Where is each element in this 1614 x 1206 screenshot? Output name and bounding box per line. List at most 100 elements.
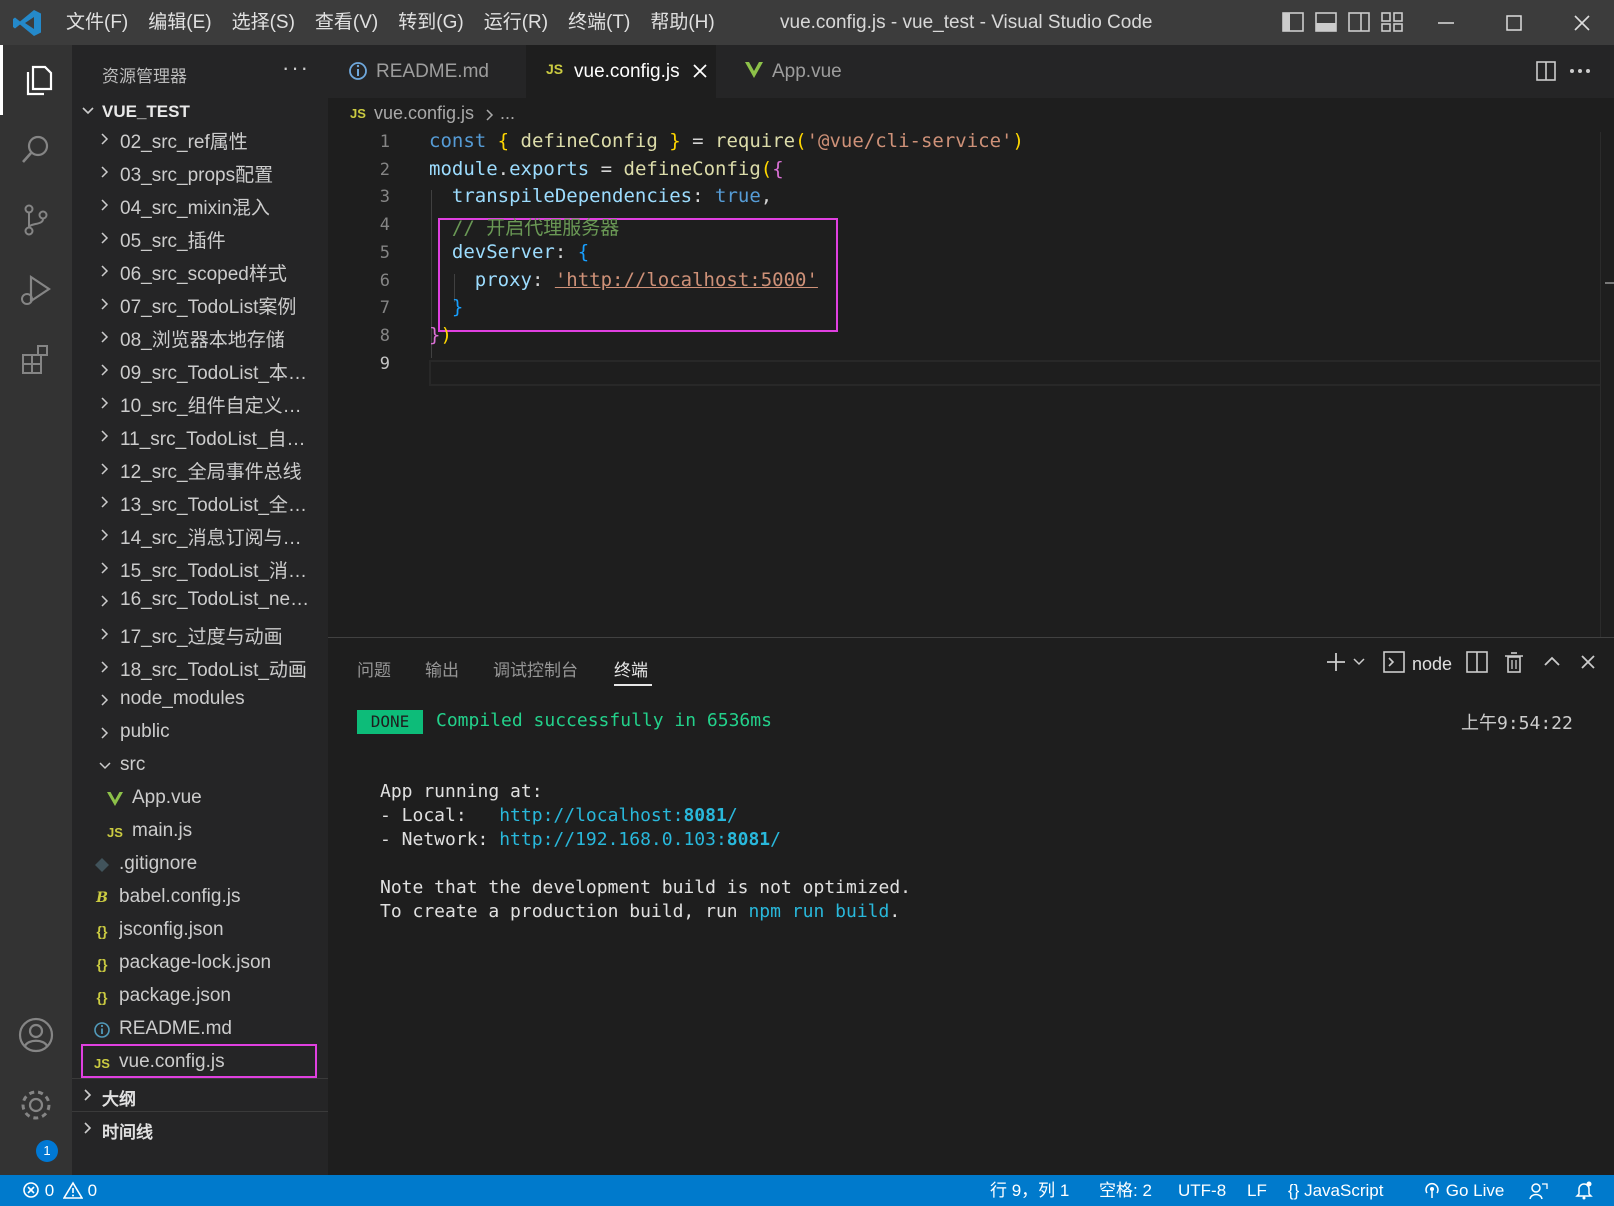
tree-item[interactable]: 04_src_mixin混入: [72, 188, 328, 221]
tree-item[interactable]: 13_src_TodoList_全局...: [72, 485, 328, 518]
tree-item[interactable]: src: [72, 749, 328, 782]
menu-run[interactable]: 运行(R): [474, 0, 558, 45]
menu-edit[interactable]: 编辑(E): [138, 0, 221, 45]
close-tab-icon[interactable]: [692, 63, 708, 79]
code-editor[interactable]: 1 2 3 4 5 6 7 8 9 const { defineConfig } = requi…: [328, 130, 1614, 637]
network-port[interactable]: 8081: [727, 829, 770, 850]
split-terminal-icon[interactable]: [1465, 650, 1489, 674]
code-line[interactable]: devServer: {: [429, 241, 589, 263]
go-live-button[interactable]: Go Live: [1423, 1175, 1504, 1206]
source-control-activity[interactable]: [0, 185, 72, 255]
tree-item[interactable]: 08_浏览器本地存储: [72, 320, 328, 353]
timeline-section[interactable]: 时间线: [72, 1111, 328, 1144]
app-running-line: App running at:: [380, 781, 543, 802]
tree-item[interactable]: JS main.js: [72, 815, 328, 848]
tab-terminal[interactable]: 终端: [614, 656, 648, 681]
menu-view[interactable]: 查看(V): [305, 0, 388, 45]
tree-item[interactable]: {} jsconfig.json: [72, 914, 328, 947]
code-line[interactable]: // 开启代理服务器: [429, 213, 619, 240]
close-window-button[interactable]: [1552, 0, 1612, 45]
tab-problems[interactable]: 问题: [357, 656, 391, 681]
toggle-panel-icon[interactable]: [1315, 12, 1337, 32]
chevron-right-icon: [101, 628, 109, 640]
more-icon[interactable]: [1568, 60, 1592, 82]
code-line[interactable]: module.exports = defineConfig({: [429, 158, 784, 180]
network-url[interactable]: http://192.168.0.103:: [499, 829, 727, 850]
code-line[interactable]: const { defineConfig } = require('@vue/c…: [429, 130, 1024, 152]
cursor-position[interactable]: 行 9，列 1: [990, 1175, 1069, 1206]
local-url[interactable]: http://localhost:: [499, 805, 683, 826]
new-terminal-icon[interactable]: [1324, 650, 1348, 674]
tree-item[interactable]: 03_src_props配置: [72, 155, 328, 188]
toggle-sidebar-icon[interactable]: [1282, 12, 1304, 32]
local-url-slash[interactable]: /: [727, 805, 738, 826]
toggle-secondary-sidebar-icon[interactable]: [1348, 12, 1370, 32]
tree-item[interactable]: 07_src_TodoList案例: [72, 287, 328, 320]
tab-readme[interactable]: README.md: [328, 45, 518, 98]
manage-activity[interactable]: [0, 1070, 72, 1140]
tree-item[interactable]: 09_src_TodoList_本地...: [72, 353, 328, 386]
tree-item[interactable]: App.vue: [72, 782, 328, 815]
bell-icon[interactable]: [1574, 1180, 1594, 1200]
feedback-icon[interactable]: [1528, 1181, 1548, 1201]
outline-section[interactable]: 大纲: [72, 1078, 328, 1111]
tree-item[interactable]: 12_src_全局事件总线: [72, 452, 328, 485]
encoding[interactable]: UTF-8: [1178, 1175, 1226, 1206]
code-line[interactable]: transpileDependencies: true,: [429, 185, 772, 207]
search-activity[interactable]: [0, 115, 72, 185]
menu-file[interactable]: 文件(F): [56, 0, 138, 45]
explorer-activity[interactable]: [0, 45, 72, 115]
problems-status[interactable]: 0 0: [22, 1175, 97, 1206]
tab-vue-config[interactable]: JS vue.config.js: [526, 45, 716, 98]
trash-icon[interactable]: [1502, 650, 1526, 674]
chevron-up-icon[interactable]: [1542, 652, 1562, 672]
tree-item[interactable]: {} package-lock.json: [72, 947, 328, 980]
end-of-line[interactable]: LF: [1247, 1175, 1267, 1206]
editor-scrollbar[interactable]: [1600, 132, 1614, 637]
accounts-activity[interactable]: [0, 1000, 72, 1070]
code-line[interactable]: }: [429, 296, 463, 318]
breadcrumb-file[interactable]: vue.config.js: [374, 103, 474, 124]
close-panel-icon[interactable]: [1578, 652, 1598, 672]
tree-item[interactable]: {} package.json: [72, 980, 328, 1013]
tree-item[interactable]: public: [72, 716, 328, 749]
minimize-button[interactable]: [1416, 0, 1476, 45]
tree-item[interactable]: .gitignore: [72, 848, 328, 881]
run-debug-activity[interactable]: [0, 255, 72, 325]
maximize-button[interactable]: [1484, 0, 1544, 45]
tree-item[interactable]: 14_src_消息订阅与发布: [72, 518, 328, 551]
project-header[interactable]: VUE_TEST: [72, 97, 328, 127]
menu-terminal[interactable]: 终端(T): [558, 0, 640, 45]
tree-item[interactable]: 10_src_组件自定义事件: [72, 386, 328, 419]
tree-item[interactable]: 02_src_ref属性: [72, 127, 328, 155]
tree-item[interactable]: Bbabel.config.js: [72, 881, 328, 914]
tree-item[interactable]: 06_src_scoped样式: [72, 254, 328, 287]
more-actions-button[interactable]: ···: [282, 55, 310, 81]
customize-layout-icon[interactable]: [1381, 12, 1403, 32]
tree-item[interactable]: node_modules: [72, 683, 328, 716]
tab-debug-console[interactable]: 调试控制台: [493, 656, 578, 681]
code-line[interactable]: proxy: 'http://localhost:5000': [429, 269, 818, 291]
tab-app-vue[interactable]: App.vue: [724, 45, 904, 98]
tab-output[interactable]: 输出: [425, 656, 459, 681]
tree-item[interactable]: 05_src_插件: [72, 221, 328, 254]
indentation[interactable]: 空格: 2: [1099, 1175, 1152, 1206]
terminal-name[interactable]: node: [1412, 654, 1452, 675]
local-port[interactable]: 8081: [683, 805, 726, 826]
menu-selection[interactable]: 选择(S): [222, 0, 305, 45]
tree-item[interactable]: 17_src_过度与动画: [72, 617, 328, 650]
menu-go[interactable]: 转到(G): [388, 0, 473, 45]
chevron-down-icon[interactable]: [1352, 656, 1366, 668]
extensions-activity[interactable]: [0, 325, 72, 395]
breadcrumb-symbol[interactable]: ...: [500, 103, 515, 124]
menu-help[interactable]: 帮助(H): [640, 0, 724, 45]
tree-item[interactable]: README.md: [72, 1013, 328, 1046]
language-mode[interactable]: {} JavaScript: [1288, 1175, 1383, 1206]
tree-item[interactable]: 15_src_TodoList_消息...: [72, 551, 328, 584]
network-url-slash[interactable]: /: [770, 829, 781, 850]
tree-item[interactable]: 11_src_TodoList_自定...: [72, 419, 328, 452]
tree-item[interactable]: 18_src_TodoList_动画: [72, 650, 328, 683]
code-line[interactable]: }): [429, 324, 452, 346]
split-editor-icon[interactable]: [1535, 60, 1557, 82]
tree-item[interactable]: 16_src_TodoList_nextT...: [72, 584, 328, 617]
